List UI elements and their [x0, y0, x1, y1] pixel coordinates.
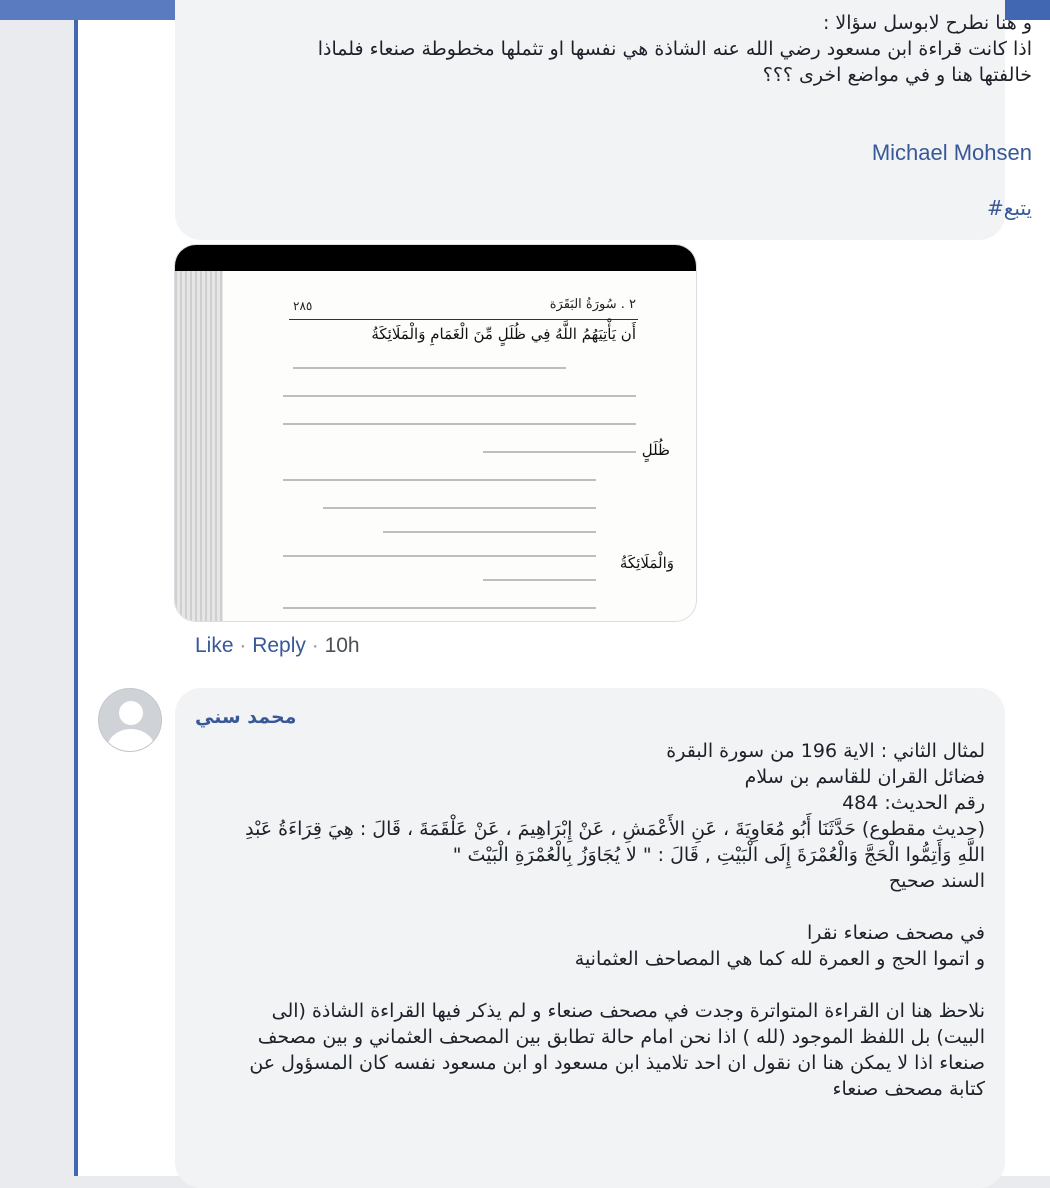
attached-image[interactable]: ٢٨٥ ٢ . سُورَةُ البَقَرَة أَن يَأْتِيَهُ…	[174, 244, 697, 622]
margin-word: ظُلَلٍ	[641, 441, 670, 459]
comment-actions: Like · Reply · 10h	[195, 634, 360, 658]
comment-line: اذا كانت قراءة ابن مسعود رضي الله عنه ال…	[317, 38, 1032, 60]
timestamp[interactable]: 10h	[325, 634, 360, 657]
comment-line: لمثال الثاني : الاية 196 من سورة البقرة	[666, 740, 985, 762]
text-line	[323, 507, 596, 509]
surah-header: ٢ . سُورَةُ البَقَرَة	[549, 297, 636, 312]
book-spine	[175, 271, 223, 621]
comment-line: في مصحف صنعاء نقرا	[806, 922, 985, 944]
comment-line: كتابة مصحف صنعاء	[832, 1078, 985, 1100]
text-line	[283, 395, 636, 397]
text-line	[383, 531, 596, 533]
left-rail	[0, 20, 74, 1176]
margin-word: وَالْمَلَائِكَةُ	[619, 554, 674, 572]
like-link[interactable]: Like	[195, 634, 234, 657]
separator: ·	[233, 634, 253, 657]
comment-line: رقم الحديث: 484	[842, 792, 985, 814]
separator: ·	[305, 634, 325, 657]
comment-line: اللَّهِ وَأَتِمُّوا الْحَجَّ وَالْعُمْرَ…	[452, 844, 985, 866]
comment-line: (حديث مقطوع) حَدَّثَنَا أَبُو مُعَاوِيَة…	[245, 818, 985, 840]
hashtag-link[interactable]: #يتبع	[987, 196, 1032, 220]
comment-line: و اتموا الحج و العمرة لله كما هي المصاحف…	[574, 948, 985, 970]
text-line	[283, 555, 596, 557]
comment-line: خالفتها هنا و في مواضع اخرى ؟؟؟	[762, 64, 1032, 86]
text-line	[283, 423, 636, 425]
mention-link[interactable]: Michael Mohsen	[872, 140, 1032, 166]
page-number: ٢٨٥	[293, 299, 313, 313]
comment-line: و هنا نطرح لابوسل سؤالا :	[822, 12, 1032, 34]
text-line	[483, 451, 636, 453]
comment-body: لمثال الثاني : الاية 196 من سورة البقرة …	[190, 738, 985, 1102]
text-line	[283, 607, 596, 609]
text-line	[283, 479, 596, 481]
comment-line: البيت) بل اللفظ الموجود (لله ) اذا نحن ا…	[257, 1026, 985, 1048]
comment-line: صنعاء اذا لا يمكن هنا ان نقول ان احد تلا…	[249, 1052, 985, 1074]
avatar-head-shape	[119, 701, 143, 725]
image-top-border	[175, 245, 696, 271]
comment-body: و هنا نطرح لابوسل سؤالا : اذا كانت قراءة…	[242, 10, 1032, 88]
reply-link[interactable]: Reply	[252, 634, 306, 657]
text-line	[293, 367, 566, 369]
comment-line: نلاحظ هنا ان القراءة المتواترة وجدت في م…	[271, 1000, 985, 1022]
avatar[interactable]	[98, 688, 162, 752]
comment-line: السند صحيح	[888, 870, 985, 892]
comment-line: فضائل القران للقاسم بن سلام	[744, 766, 985, 788]
avatar-body-shape	[107, 729, 155, 751]
author-name[interactable]: محمد سني	[195, 706, 296, 728]
header-rule	[289, 319, 638, 320]
book-page: ٢٨٥ ٢ . سُورَةُ البَقَرَة أَن يَأْتِيَهُ…	[223, 271, 696, 621]
text-line	[483, 579, 596, 581]
verse-text: أَن يَأْتِيَهُمُ اللَّهُ فِي ظُلَلٍ مِّن…	[371, 325, 636, 343]
